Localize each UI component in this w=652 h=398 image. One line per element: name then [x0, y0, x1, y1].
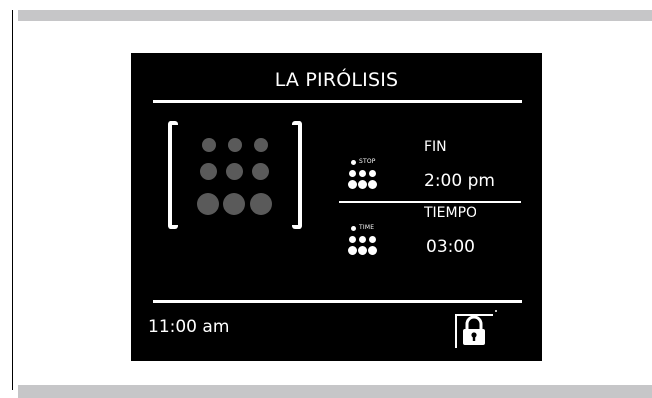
end-time-value[interactable]: 2:00 pm: [424, 171, 494, 191]
time-dots-icon: TIME: [348, 223, 388, 259]
page-footer-bar: [18, 385, 652, 398]
stop-caption: STOP: [359, 158, 376, 165]
time-caption: TIME: [359, 224, 375, 231]
status-divider: [153, 300, 522, 303]
page-title: LA PIRÓLISIS: [274, 69, 399, 91]
padlock-icon[interactable]: [455, 308, 499, 348]
page-margin-rule: [12, 10, 13, 390]
oven-display-screen: LA PIRÓLISIS STOP FIN 2:00 pm TIME TIEMP…: [131, 53, 542, 361]
grid-dot: [254, 138, 268, 152]
grid-dot: [200, 163, 217, 180]
grid-dot: [202, 138, 216, 152]
end-label: FIN: [424, 139, 447, 155]
manual-page: LA PIRÓLISIS STOP FIN 2:00 pm TIME TIEMP…: [0, 0, 652, 398]
grid-dot: [250, 193, 272, 215]
grid-dot: [228, 138, 242, 152]
grid-dot: [223, 193, 245, 215]
padlock-glyph: [463, 310, 497, 345]
current-time: 11:00 am: [148, 317, 230, 337]
grid-dot: [197, 193, 219, 215]
duration-label: TIEMPO: [424, 205, 476, 221]
left-bracket: [168, 121, 178, 229]
grid-dot: [226, 163, 243, 180]
duration-value[interactable]: 03:00: [426, 237, 475, 257]
fields-divider: [339, 201, 521, 203]
stop-dots-icon: STOP: [348, 157, 388, 193]
grid-dot: [252, 163, 269, 180]
page-header-bar: [18, 10, 652, 21]
title-divider: [153, 100, 522, 103]
right-bracket: [292, 121, 302, 229]
